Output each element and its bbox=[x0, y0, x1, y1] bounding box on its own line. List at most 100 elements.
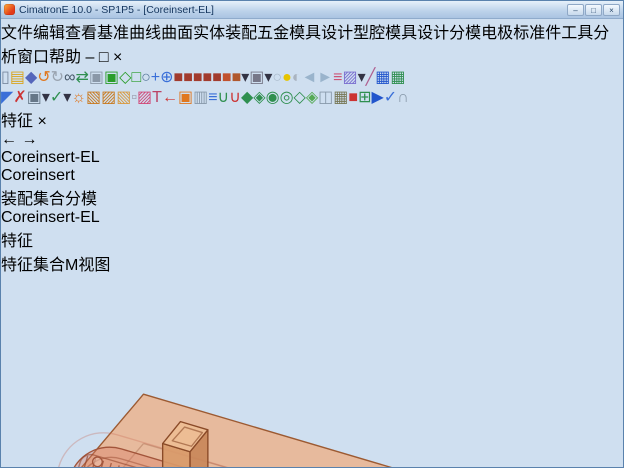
rotate-electrode-icon[interactable]: ◉ bbox=[266, 89, 280, 106]
export-cube-icon[interactable]: ▦ bbox=[333, 89, 348, 106]
prev-arrow-icon[interactable]: ◄ bbox=[301, 69, 317, 86]
orange-tool-icon[interactable]: ▣ bbox=[178, 89, 193, 106]
data-table-icon[interactable]: ▦ bbox=[375, 69, 390, 86]
menu-item[interactable]: 查看 bbox=[65, 25, 97, 42]
tree2-child-label[interactable]: 特征 bbox=[1, 233, 33, 250]
swap-electrode-icon[interactable]: ◈ bbox=[306, 89, 318, 106]
red-arrow-icon[interactable]: ← bbox=[162, 89, 178, 106]
viewport[interactable]: Y X UCS1 Z Y X bbox=[1, 275, 623, 468]
mdi-close-button[interactable]: × bbox=[113, 49, 122, 66]
screen-add-icon[interactable]: ⊞ bbox=[358, 89, 371, 106]
render-edit-icon[interactable]: ▨ bbox=[342, 69, 357, 86]
preview-glasses-icon[interactable]: ∞ bbox=[64, 69, 75, 86]
copy-electrode-icon[interactable]: ◈ bbox=[253, 89, 265, 106]
copy-view-icon[interactable]: ▣ bbox=[89, 69, 104, 86]
menu-item[interactable]: 标准件 bbox=[513, 25, 561, 42]
panel-tab[interactable]: 分模 bbox=[65, 191, 97, 208]
tree-child-label[interactable]: Coreinsert bbox=[1, 167, 75, 184]
shading-mode-icon[interactable]: ■ bbox=[232, 69, 242, 86]
bulb-on-icon[interactable]: ● bbox=[282, 69, 292, 86]
play-icon[interactable]: ▶ bbox=[371, 89, 383, 106]
edit-dropdown-icon[interactable]: ▾ bbox=[358, 69, 366, 86]
menu-item[interactable]: 曲线 bbox=[129, 25, 161, 42]
electrode-mirror-icon[interactable]: ▧ bbox=[116, 89, 131, 106]
viewport-canvas[interactable]: Y X UCS1 Z Y X bbox=[1, 275, 623, 468]
compare-icon[interactable]: ◫ bbox=[318, 89, 333, 106]
electrode-copy-icon[interactable]: ▨ bbox=[101, 89, 116, 106]
zoom-dynamic-icon[interactable]: ◇ bbox=[119, 69, 131, 86]
panel-tab[interactable]: 集合 bbox=[33, 257, 65, 274]
view-back-icon[interactable]: ■ bbox=[183, 69, 193, 86]
view-front-icon[interactable]: ■ bbox=[174, 69, 184, 86]
view-left-icon[interactable]: ■ bbox=[193, 69, 203, 86]
bulb-pick-icon[interactable]: ◐ bbox=[292, 69, 302, 86]
text-label-icon[interactable]: T bbox=[152, 89, 162, 106]
pick-filter-icon[interactable]: ▣ bbox=[27, 89, 42, 106]
menu-item[interactable]: 窗口 bbox=[17, 49, 49, 66]
panel-close-icon[interactable]: × bbox=[37, 113, 46, 130]
close-button[interactable]: × bbox=[603, 3, 620, 16]
menu-item[interactable]: 型腔模具设计 bbox=[353, 25, 449, 42]
panel-tab[interactable]: M视图 bbox=[65, 257, 110, 274]
mdi-minimize-button[interactable]: – bbox=[86, 49, 95, 66]
menu-item[interactable]: 基准 bbox=[97, 25, 129, 42]
gear-icon[interactable]: ☼ bbox=[71, 89, 86, 106]
menu-item[interactable]: 分模 bbox=[449, 25, 481, 42]
fit-view-icon[interactable]: ▣ bbox=[104, 69, 119, 86]
nav-forward-arrow[interactable]: → bbox=[21, 131, 37, 148]
view-iso-icon[interactable]: ■ bbox=[222, 69, 232, 86]
view-top-icon[interactable]: ■ bbox=[212, 69, 222, 86]
menu-item[interactable]: 帮助 bbox=[49, 49, 81, 66]
new-file-icon[interactable]: ▯ bbox=[1, 69, 10, 86]
burn-area-icon[interactable]: ▨ bbox=[137, 89, 152, 106]
panel-tab[interactable]: 装配 bbox=[1, 191, 33, 208]
redo-icon[interactable]: ↻ bbox=[51, 69, 64, 86]
view-right-icon[interactable]: ■ bbox=[203, 69, 213, 86]
bulb-off-icon[interactable]: ○ bbox=[272, 69, 282, 86]
gray-pair-icon[interactable]: ▥ bbox=[193, 89, 208, 106]
menu-item[interactable]: 文件 bbox=[1, 25, 33, 42]
clear-selection-icon[interactable]: ✗ bbox=[13, 89, 26, 106]
mdi-restore-button[interactable]: □ bbox=[99, 49, 109, 66]
tree2-root-label[interactable]: Coreinsert-EL bbox=[1, 209, 100, 226]
select-cursor-icon[interactable]: ◤ bbox=[1, 89, 13, 106]
panel-tab[interactable]: 集合 bbox=[33, 191, 65, 208]
list-rows-icon[interactable]: ≡ bbox=[208, 89, 217, 106]
align-electrode-icon[interactable]: ◇ bbox=[294, 89, 306, 106]
panel-tab[interactable]: 特征 bbox=[1, 257, 33, 274]
open-folder-icon[interactable]: ▤ bbox=[10, 69, 25, 86]
swap-document-icon[interactable]: ⇄ bbox=[75, 69, 88, 86]
menu-item[interactable]: 编辑 bbox=[33, 25, 65, 42]
menu-item[interactable]: 装配 bbox=[225, 25, 257, 42]
mark-red-icon[interactable]: ■ bbox=[348, 89, 358, 106]
tree-root-label[interactable]: Coreinsert-EL bbox=[1, 149, 100, 166]
next-arrow-icon[interactable]: ► bbox=[317, 69, 333, 86]
zoom-window-icon[interactable]: □ bbox=[131, 69, 141, 86]
menu-item[interactable]: 曲面 bbox=[161, 25, 193, 42]
check-draft-icon[interactable]: ✓ bbox=[384, 89, 397, 106]
zoom-icon[interactable]: ○ bbox=[141, 69, 151, 86]
move-electrode-icon[interactable]: ◆ bbox=[241, 89, 253, 106]
maximize-button[interactable]: □ bbox=[585, 3, 602, 16]
minimize-button[interactable]: – bbox=[567, 3, 584, 16]
electrode-face-icon[interactable]: ▧ bbox=[86, 89, 101, 106]
titlebar: CimatronE 10.0 - SP1P5 - [Coreinsert-EL]… bbox=[1, 1, 623, 19]
undo-icon[interactable]: ↺ bbox=[37, 69, 50, 86]
report-table-icon[interactable]: ▦ bbox=[390, 69, 405, 86]
connect-icon[interactable]: ∪ bbox=[218, 89, 230, 106]
pan-icon[interactable]: + bbox=[151, 69, 160, 86]
display-filter-icon[interactable]: ▣ bbox=[249, 69, 264, 86]
menu-item[interactable]: 电极 bbox=[481, 25, 513, 42]
feature-ok-icon[interactable]: ✓ bbox=[50, 89, 63, 106]
menu-item[interactable]: 工具 bbox=[561, 25, 593, 42]
orbit-icon[interactable]: ⊕ bbox=[160, 69, 173, 86]
pick-dropdown-icon[interactable]: ▾ bbox=[42, 89, 50, 106]
surface-arc-icon[interactable]: ∩ bbox=[397, 89, 409, 106]
uv-line-icon[interactable]: ╱ bbox=[366, 69, 376, 86]
array-electrode-icon[interactable]: ◎ bbox=[280, 89, 294, 106]
menu-item[interactable]: 五金模具设计 bbox=[257, 25, 353, 42]
disconnect-icon[interactable]: ∪ bbox=[229, 89, 241, 106]
menu-item[interactable]: 实体 bbox=[193, 25, 225, 42]
save-icon[interactable]: ◆ bbox=[25, 69, 37, 86]
nav-back-arrow[interactable]: ← bbox=[1, 131, 17, 148]
